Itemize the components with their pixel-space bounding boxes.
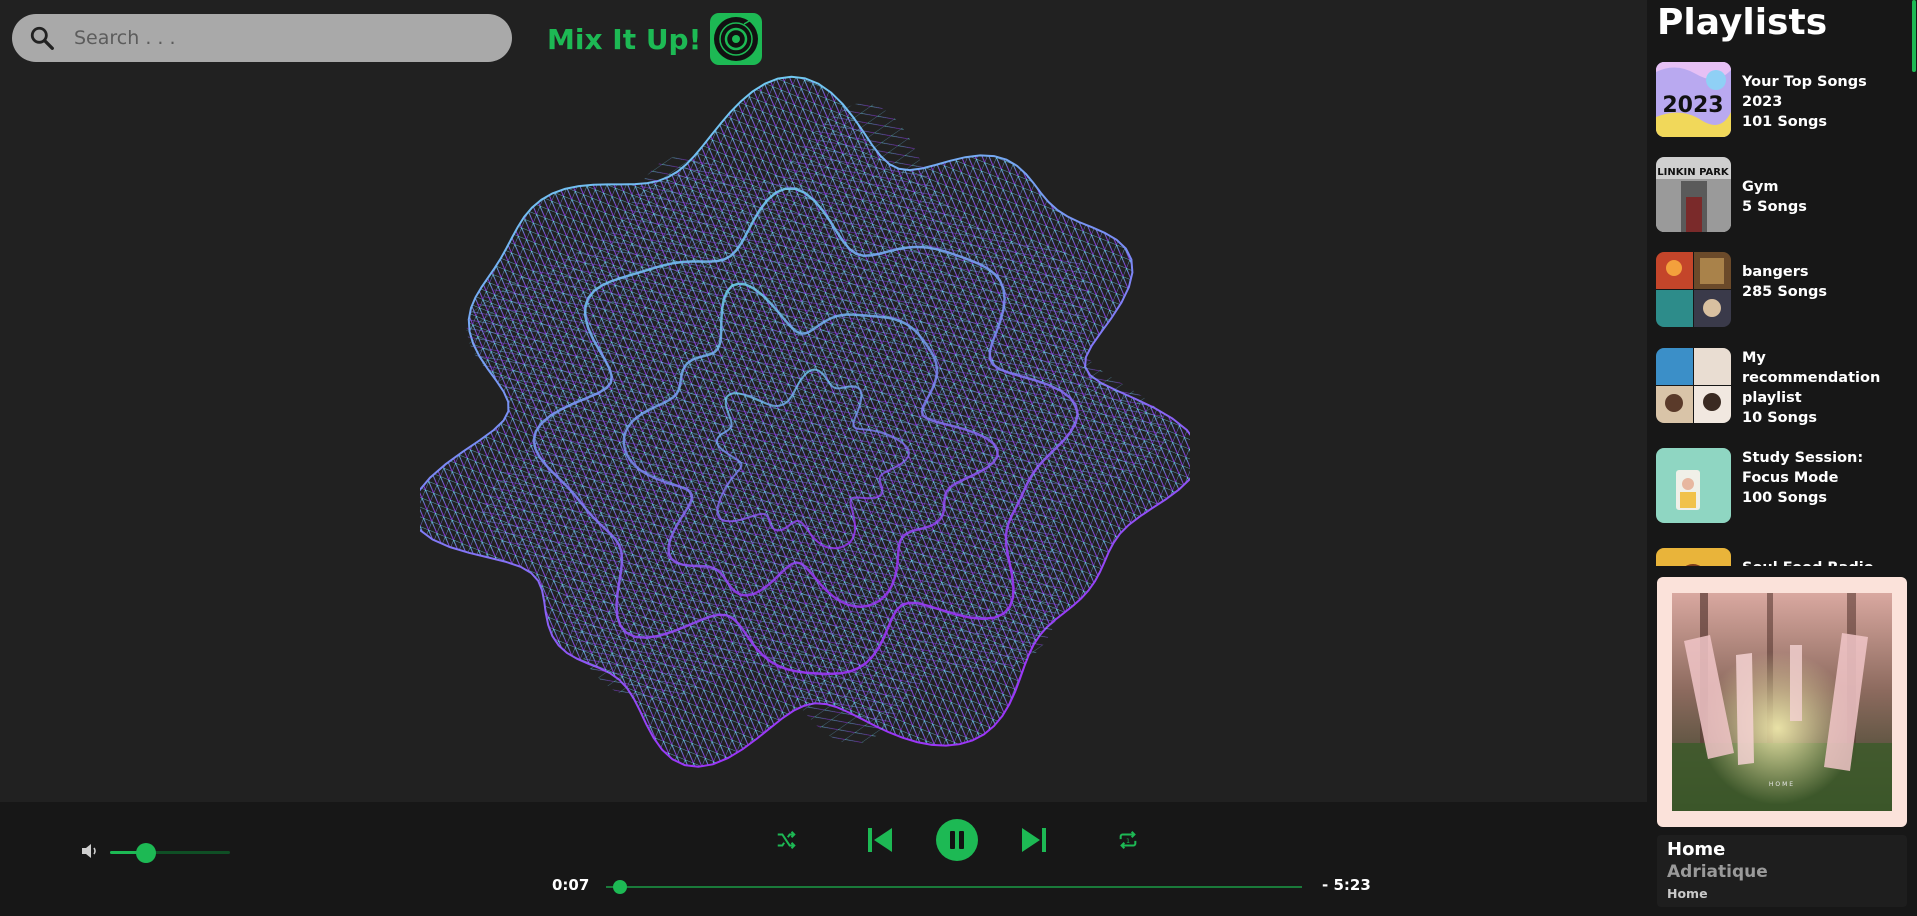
repeat-icon: 1: [1119, 831, 1137, 849]
playlist-cover: [1656, 348, 1731, 423]
elapsed-time: 0:07: [552, 876, 590, 894]
cover-text: LINKIN PARK: [1657, 167, 1730, 178]
playlist-item[interactable]: 2023 Your Top Songs 2023 101 Songs: [1656, 62, 1906, 142]
playlist-list[interactable]: 2023 Your Top Songs 2023 101 Songs LINKI…: [1647, 62, 1909, 566]
now-playing-info: Home Adriatique Home: [1657, 835, 1907, 907]
playlist-cover: [1656, 548, 1731, 566]
playlist-name: Your Top Songs 2023: [1742, 74, 1867, 110]
brand: Mix It Up!: [547, 13, 763, 65]
remaining-time: - 5:23: [1322, 876, 1371, 894]
playlist-cover: 2023: [1656, 62, 1731, 137]
pause-button[interactable]: [936, 819, 978, 861]
playlist-item[interactable]: LINKIN PARK Gym 5 Songs: [1656, 157, 1906, 237]
now-playing-card: HOME: [1657, 577, 1907, 827]
playlist-name: bangers: [1742, 264, 1809, 280]
next-icon: [1022, 828, 1046, 852]
main-area: Mix It Up!: [0, 0, 1647, 802]
audio-visualizer: [420, 75, 1190, 768]
shuffle-icon: [777, 831, 796, 849]
app-title: Mix It Up!: [547, 22, 702, 56]
track-album: Home: [1667, 886, 1708, 901]
search-bar[interactable]: [12, 14, 512, 62]
track-title: Home: [1667, 839, 1726, 860]
playlist-song-count: 285 Songs: [1742, 284, 1828, 300]
playlist-item[interactable]: Soul Food Radio: [1656, 548, 1906, 566]
playlist-name: Soul Food Radio: [1742, 558, 1904, 566]
playlist-song-count: 100 Songs: [1742, 490, 1828, 506]
playlist-song-count: 101 Songs: [1742, 114, 1828, 130]
progress-bar[interactable]: [606, 880, 1302, 894]
search-icon: [30, 26, 54, 50]
progress-thumb[interactable]: [612, 880, 627, 894]
previous-icon: [868, 828, 892, 852]
volume-slider[interactable]: [110, 843, 230, 863]
playlist-cover: LINKIN PARK: [1656, 157, 1731, 232]
playlist-name: Gym: [1742, 179, 1779, 195]
shuffle-button[interactable]: [773, 827, 799, 853]
playlist-name: My recommendation playlist: [1742, 350, 1881, 406]
pause-icon: [950, 831, 964, 849]
sidebar-title: Playlists: [1657, 2, 1828, 43]
previous-button[interactable]: [862, 822, 898, 858]
playlist-cover: [1656, 448, 1731, 523]
volume-icon[interactable]: [80, 842, 100, 860]
playlist-item[interactable]: My recommendation playlist 10 Songs: [1656, 348, 1906, 428]
playlist-song-count: 5 Songs: [1742, 199, 1807, 215]
sidebar-scrollbar[interactable]: [1912, 0, 1916, 72]
album-art: HOME: [1672, 593, 1892, 811]
next-button[interactable]: [1016, 822, 1052, 858]
svg-text:1: 1: [1126, 837, 1130, 845]
search-input[interactable]: [72, 26, 476, 50]
player-bar: [0, 802, 1647, 916]
cover-text: 2023: [1662, 93, 1723, 118]
album-art-text: HOME: [1769, 781, 1795, 788]
playlist-name: Study Session: Focus Mode: [1742, 450, 1864, 486]
volume-thumb[interactable]: [136, 843, 156, 863]
playlist-item[interactable]: bangers 285 Songs: [1656, 252, 1906, 332]
track-artist: Adriatique: [1667, 862, 1768, 882]
playlist-cover: [1656, 252, 1731, 327]
vinyl-logo-icon: [710, 13, 763, 65]
playlist-item[interactable]: Study Session: Focus Mode 100 Songs: [1656, 448, 1906, 528]
repeat-button[interactable]: 1: [1115, 827, 1141, 853]
playlist-song-count: 10 Songs: [1742, 410, 1817, 426]
